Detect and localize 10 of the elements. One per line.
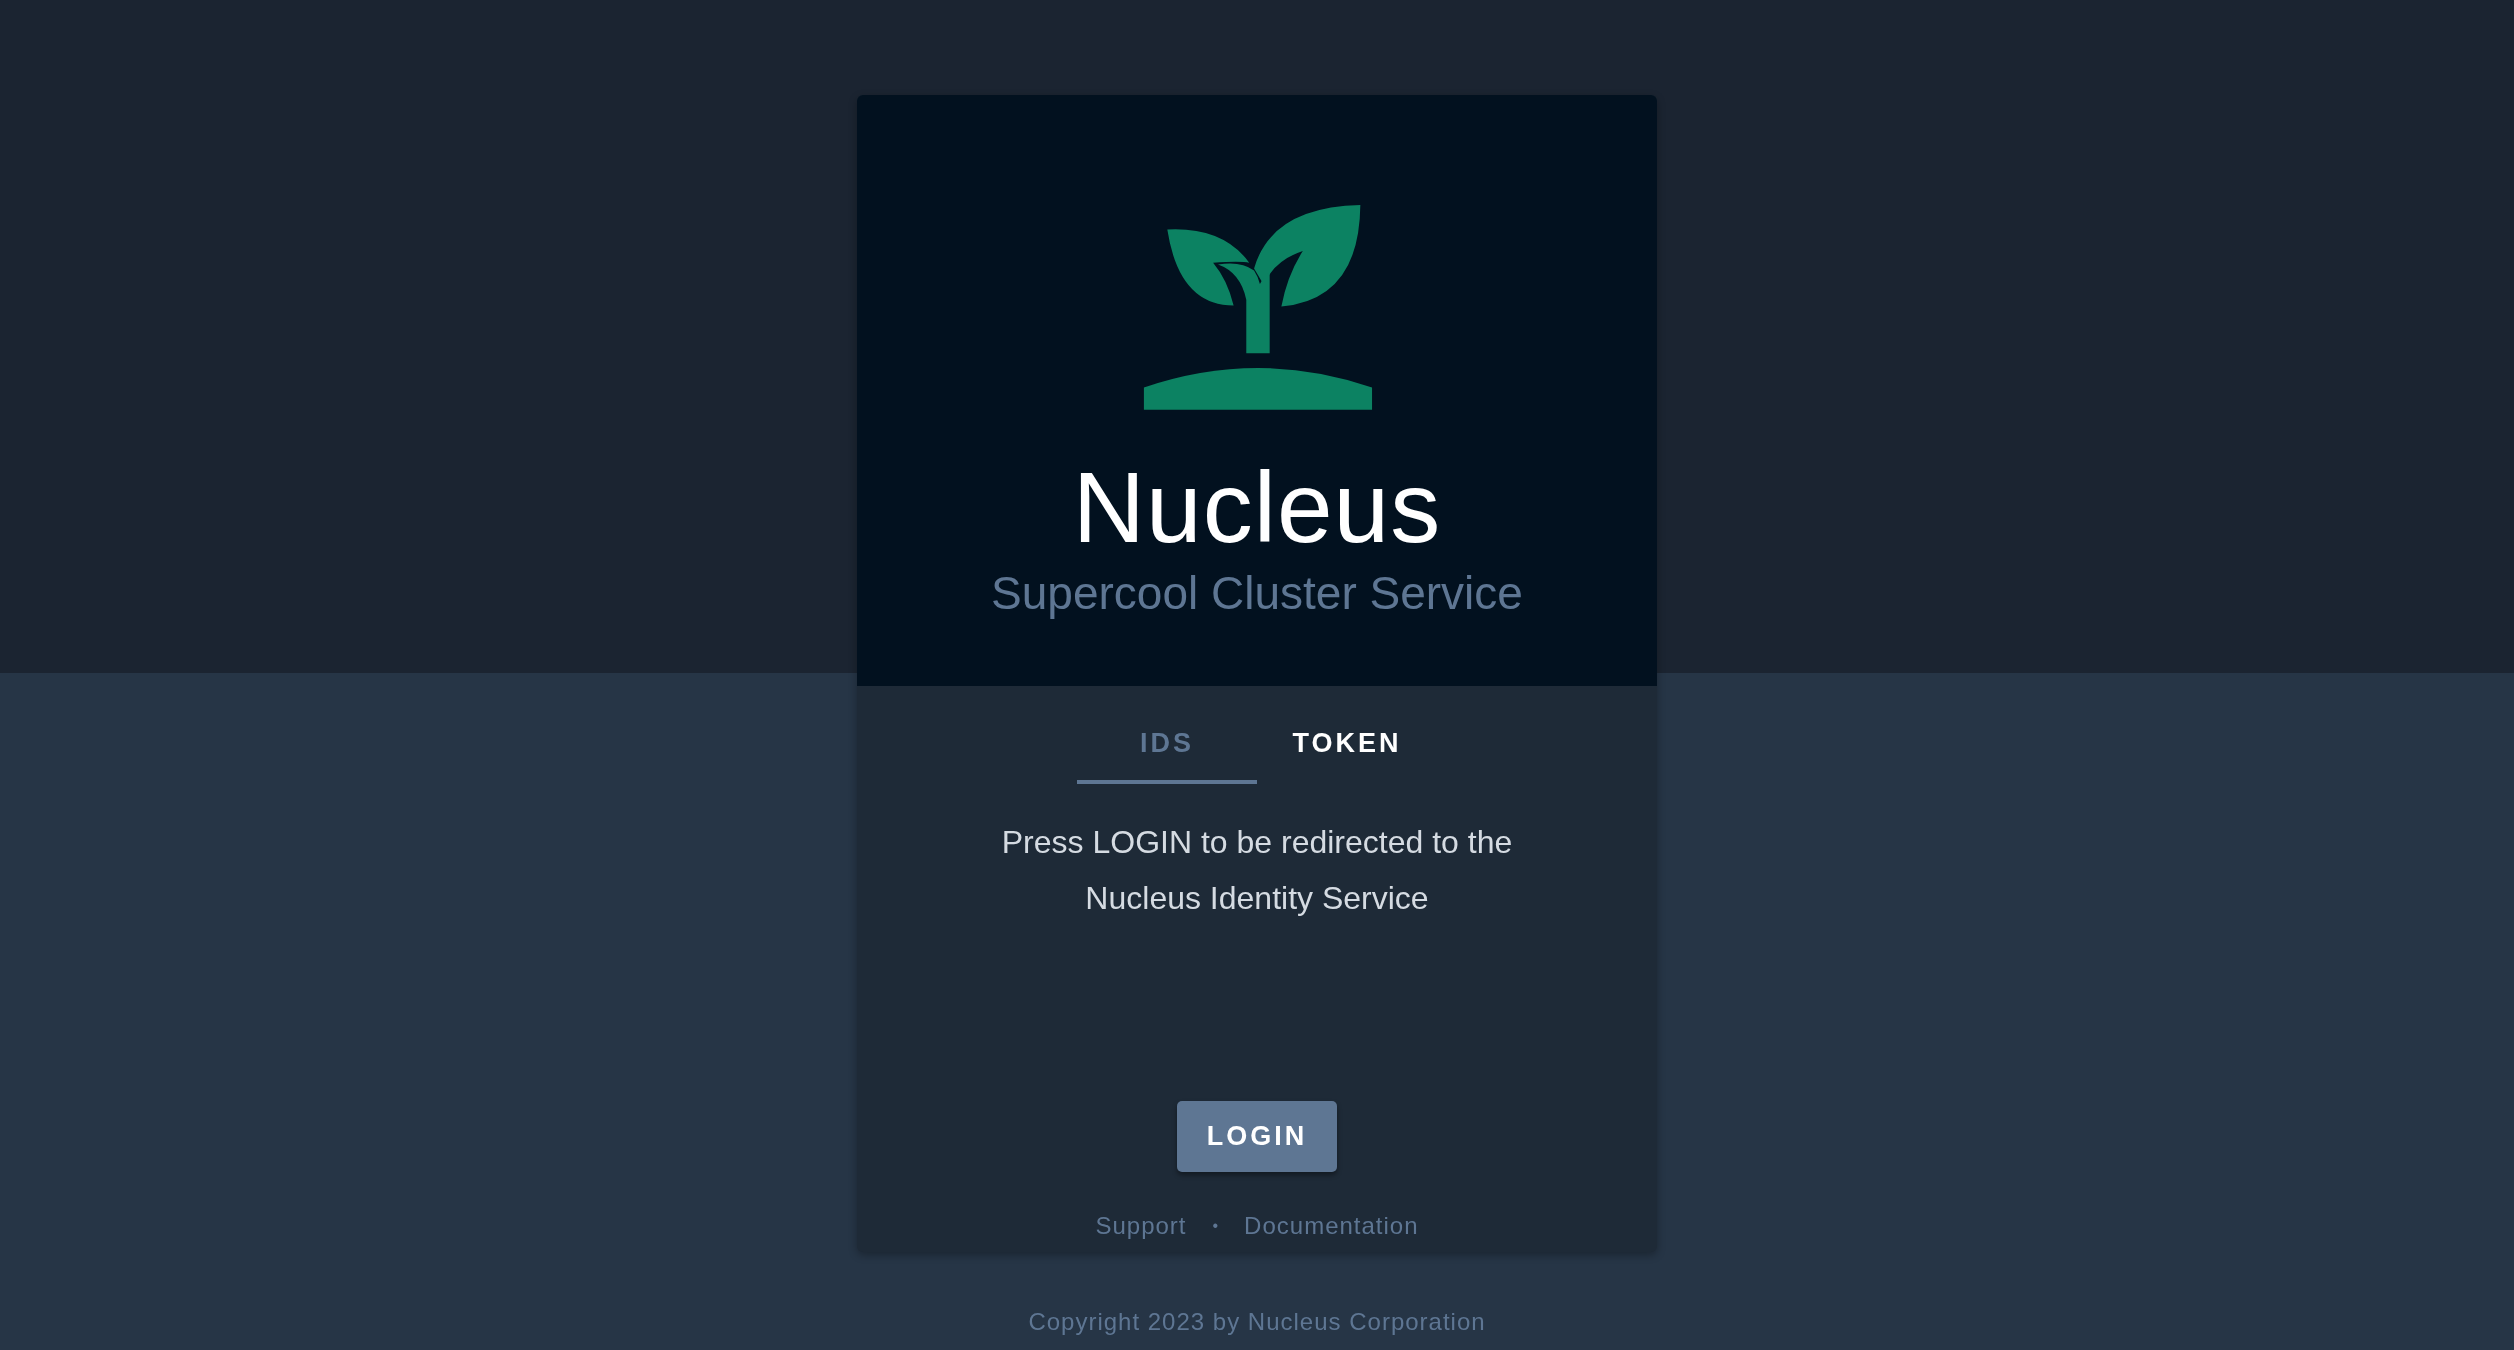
login-message: Press LOGIN to be redirected to the Nucleus Identity Service <box>1000 823 1514 918</box>
documentation-link[interactable]: Documentation <box>1244 1212 1419 1240</box>
support-link[interactable]: Support <box>1095 1212 1187 1240</box>
tab[interactable]: IDS <box>1077 706 1257 784</box>
copyright-text: Copyright 2023 by Nucleus Corporation <box>1028 1308 1486 1336</box>
tab[interactable]: TOKEN <box>1257 706 1437 784</box>
separator-dot: • <box>1212 1217 1219 1235</box>
app-title: Nucleus <box>1072 452 1442 562</box>
login-button[interactable]: LOGIN <box>1177 1101 1337 1172</box>
app-subtitle: Supercool Cluster Service <box>991 566 1523 621</box>
